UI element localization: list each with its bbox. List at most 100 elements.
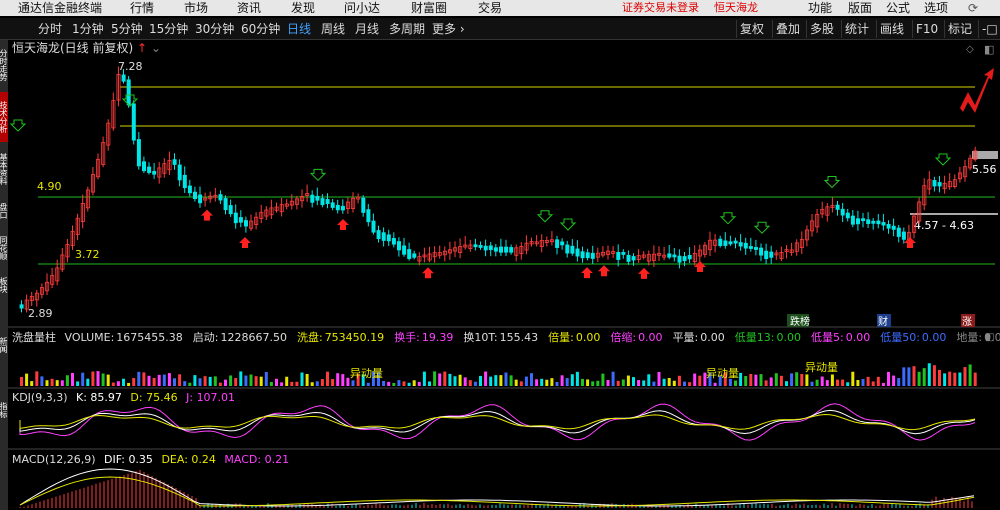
volume-bar (443, 371, 447, 386)
volume-bar (417, 381, 421, 386)
volume-bar (713, 382, 717, 386)
volume-bar (509, 375, 513, 386)
candle-body (840, 208, 845, 216)
candle-body (621, 252, 626, 255)
volume-bar (830, 374, 834, 386)
volume-bar (876, 376, 880, 386)
macd-dif-value: 0.35 (128, 453, 153, 466)
volume-bar (932, 365, 936, 386)
volume-bar (739, 372, 743, 386)
range-label: 4.57 - 4.63 (914, 219, 974, 232)
volume-bar (524, 376, 528, 386)
candle-body (136, 139, 141, 167)
volume-bar (596, 380, 600, 386)
volume-bar (50, 378, 54, 386)
candle-body (19, 304, 24, 309)
candle-body (631, 256, 636, 261)
volume-bar (30, 381, 34, 386)
volume-bar (938, 369, 941, 386)
candle-body (376, 230, 381, 240)
volume-bar (463, 377, 467, 386)
volume-bar (203, 376, 207, 386)
volume-settings-icon[interactable]: ◧ (985, 332, 994, 343)
volume-stat: 换10T: 155.43 (463, 331, 539, 344)
candle-body (493, 247, 498, 252)
candle-body (856, 218, 861, 225)
macd-dea-line (19, 476, 975, 507)
volume-bar (453, 376, 457, 386)
volume-bar (744, 376, 748, 386)
volume-bar (892, 375, 896, 386)
volume-bar (25, 373, 29, 386)
volume-bar (647, 374, 651, 386)
volume-bar (677, 375, 681, 386)
candle-body (177, 164, 182, 181)
candle-body (192, 191, 197, 200)
candle-body (198, 194, 203, 204)
volume-bar (601, 373, 605, 386)
volume-bar (473, 381, 477, 386)
volume-stat: VOLUME: 1675455.38 (64, 331, 183, 344)
kdj-d-line (19, 413, 976, 431)
volume-bar (494, 375, 498, 386)
volume-bar (545, 379, 549, 386)
volume-bar (331, 379, 335, 386)
volume-stat: 换手: 19.39 (394, 331, 454, 344)
volume-bar (264, 371, 268, 386)
event-badge-drop: 跌榜 (790, 315, 810, 328)
volume-bar (943, 373, 947, 386)
candle-body (172, 159, 177, 165)
volume-bar (902, 367, 906, 386)
volume-legend: 洗盘量柱 VOLUME: 1675455.38 启动: 1228667.50 洗盘: 75… (12, 331, 1000, 345)
candle-body (473, 244, 478, 248)
sell-signal-arrow-icon (559, 218, 577, 231)
volume-bar (688, 382, 692, 386)
volume-bar (366, 382, 370, 386)
candle-body (141, 161, 146, 172)
volume-bar (122, 378, 125, 386)
volume-bar (305, 373, 309, 386)
volume-bar (412, 380, 416, 386)
volume-bar (71, 372, 74, 386)
candle-body (891, 225, 896, 230)
volume-bar (152, 377, 156, 386)
candle-body (835, 204, 840, 210)
volume-bar (632, 377, 635, 386)
macd-legend: MACD(12,26,9) DIF: 0.35 DEA: 0.24 MACD: … (12, 453, 290, 466)
volume-bar (387, 381, 391, 386)
level-label-3-72: 3.72 (75, 248, 100, 261)
candle-body (580, 251, 585, 259)
candle-body (743, 242, 748, 249)
volume-bar (81, 372, 85, 386)
volume-bar (759, 374, 763, 386)
volume-stat: 倍缩: 0.00 (610, 331, 663, 344)
volume-bar (173, 378, 176, 386)
volume-bar (346, 377, 350, 386)
volume-bar (489, 376, 493, 386)
candle-body (723, 240, 728, 246)
volume-bar (157, 374, 161, 386)
candle-body (748, 246, 753, 249)
candle-body (325, 199, 330, 204)
kline-chart-canvas[interactable]: 4.90 3.72 7.28 2.89 5.56 4.57 - 4.63 跌榜 … (0, 0, 1000, 510)
volume-annotation: 异动量 (805, 361, 838, 374)
candle-body (738, 242, 743, 247)
volume-bar (45, 380, 49, 386)
candle-body (850, 215, 855, 225)
volume-bar (764, 380, 768, 386)
candle-body (238, 217, 243, 223)
candle-body (509, 247, 514, 253)
candle-body (687, 254, 692, 260)
volume-bar (167, 373, 171, 386)
volume-annotation: 异动量 (350, 367, 383, 380)
level-label-4-90: 4.90 (37, 180, 62, 193)
candle-body (243, 220, 248, 227)
candle-body (871, 220, 876, 224)
volume-bar (407, 382, 411, 386)
volume-bar (116, 381, 120, 386)
volume-bar (101, 373, 105, 386)
buy-signal-arrow-icon (694, 261, 706, 272)
candle-body (315, 195, 320, 201)
candle-body (340, 205, 345, 211)
volume-bar (652, 381, 656, 386)
